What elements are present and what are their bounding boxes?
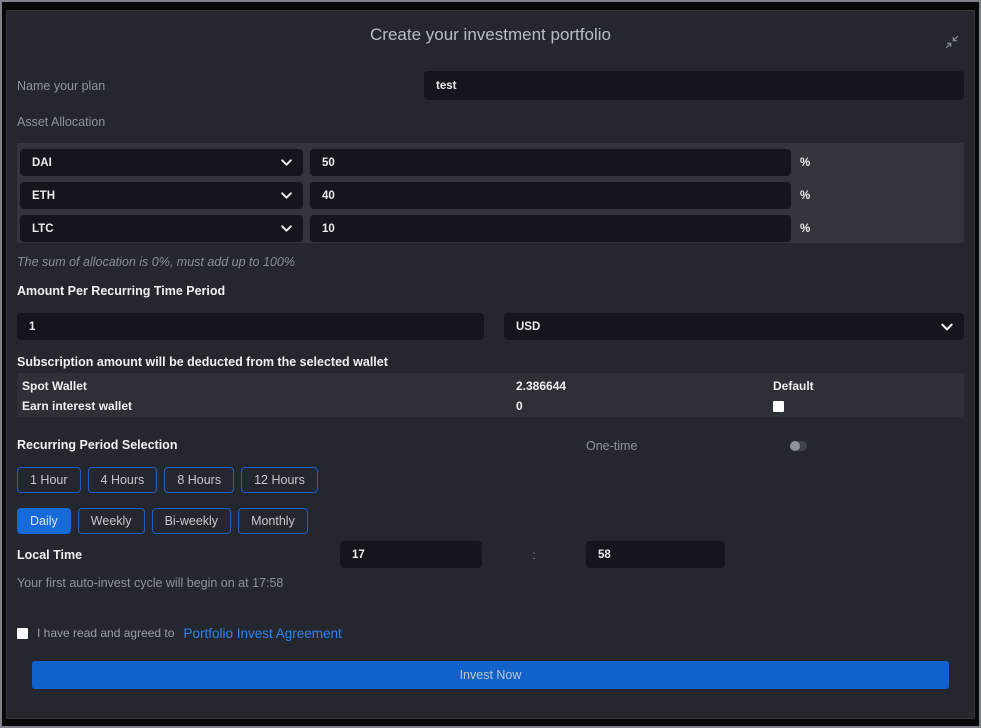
wallet-name: Earn interest wallet [22,399,516,413]
allocation-percent-input[interactable] [310,215,791,242]
default-wallet-checkbox[interactable] [773,401,784,412]
allocation-percent-input[interactable] [310,182,791,209]
wallet-balance: 2.386644 [516,379,773,393]
first-cycle-note: Your first auto-invest cycle will begin … [17,576,964,591]
allocation-row: ETH % [20,182,961,209]
asset-select-value: ETH [32,190,55,202]
agreement-checkbox[interactable] [17,628,28,639]
amount-input[interactable] [17,313,484,340]
percent-symbol: % [800,190,810,202]
one-time-toggle[interactable] [790,441,807,451]
local-time-label: Local Time [17,548,340,562]
allocation-percent-input[interactable] [310,149,791,176]
chevron-down-icon [940,320,954,334]
hour-option-4h[interactable]: 4 Hours [88,467,158,493]
asset-select-value: DAI [32,157,52,169]
percent-symbol: % [800,223,810,235]
wallet-default-header: Default [773,379,964,393]
hour-input[interactable] [340,541,482,568]
agreement-row: I have read and agreed to Portfolio Inve… [17,626,964,640]
table-row[interactable]: Earn interest wallet 0 [22,396,964,416]
period-option-weekly[interactable]: Weekly [78,508,145,534]
recurring-period-row: Recurring Period Selection One-time [17,437,964,455]
amount-row: USD [17,313,964,340]
allocation-sum-note: The sum of allocation is 0%, must add up… [17,255,964,270]
period-option-daily[interactable]: Daily [17,508,71,534]
chevron-down-icon [280,156,293,169]
minute-input[interactable] [586,541,725,568]
screen: Create your investment portfolio Name yo… [0,0,981,728]
asset-allocation-panel: DAI % ETH % LTC % [17,143,964,243]
currency-select-value: USD [516,321,540,333]
asset-select-value: LTC [32,223,54,235]
asset-select[interactable]: ETH [20,182,303,209]
toggle-knob [790,441,800,451]
local-time-row: Local Time : [17,541,964,568]
invest-now-button[interactable]: Invest Now [32,661,949,689]
wallet-table: Spot Wallet 2.386644 Default Earn intere… [17,373,964,417]
allocation-row: LTC % [20,215,961,242]
allocation-row: DAI % [20,149,961,176]
one-time-label: One-time [586,439,637,453]
asset-allocation-label: Asset Allocation [17,115,964,130]
period-option-monthly[interactable]: Monthly [238,508,308,534]
chevron-down-icon [280,222,293,235]
create-portfolio-dialog: Create your investment portfolio Name yo… [6,10,975,719]
hour-option-1h[interactable]: 1 Hour [17,467,81,493]
hour-option-8h[interactable]: 8 Hours [164,467,234,493]
table-row[interactable]: Spot Wallet 2.386644 Default [22,376,964,396]
hour-options-row: 1 Hour 4 Hours 8 Hours 12 Hours [17,467,964,493]
plan-name-label: Name your plan [17,79,424,93]
currency-select[interactable]: USD [504,313,964,340]
wallet-default-cell [773,401,964,412]
dialog-title: Create your investment portfolio [17,24,964,45]
time-separator: : [482,548,586,562]
collapse-icon[interactable] [945,35,959,49]
chevron-down-icon [280,189,293,202]
period-option-biweekly[interactable]: Bi-weekly [152,508,232,534]
plan-name-input[interactable] [424,71,964,100]
period-options-row: Daily Weekly Bi-weekly Monthly [17,508,964,534]
agreement-link[interactable]: Portfolio Invest Agreement [183,626,341,641]
amount-label: Amount Per Recurring Time Period [17,284,964,299]
wallet-balance: 0 [516,399,773,413]
asset-select[interactable]: LTC [20,215,303,242]
asset-select[interactable]: DAI [20,149,303,176]
hour-option-12h[interactable]: 12 Hours [241,467,318,493]
agreement-text: I have read and agreed to [37,626,174,640]
percent-symbol: % [800,157,810,169]
recurring-period-label: Recurring Period Selection [17,438,177,453]
wallet-name: Spot Wallet [22,379,516,393]
plan-name-row: Name your plan [17,71,964,100]
wallet-section-label: Subscription amount will be deducted fro… [17,355,964,370]
